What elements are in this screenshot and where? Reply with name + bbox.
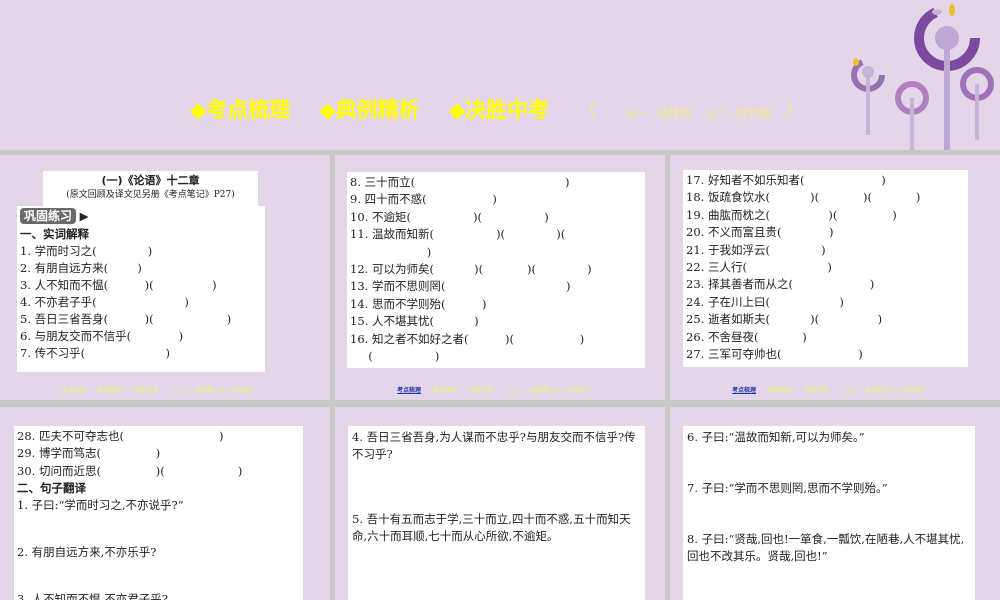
list-item: 3. 人不知而不愠( )( ) <box>20 278 217 292</box>
list-item: 4. 不亦君子乎( ) <box>20 295 189 309</box>
slide-footer-nav: 考点梳理 典例精析 决胜中考 （ ◎一、选择题 ◎二、综合题 ） <box>397 385 605 394</box>
slide-thumbnail-1[interactable]: (一)《论语》十二章 (原文回顾及译文见另册《考点笔记》P27) 巩固练习 ▶ … <box>0 155 330 400</box>
list-item: 28. 匹夫不可夺志也( ) <box>17 429 224 443</box>
footer-juesheng[interactable]: 决胜中考 <box>134 387 158 394</box>
nav-kaodian[interactable]: ◆考点梳理 <box>190 98 290 122</box>
footer-dianli[interactable]: 典例精析 <box>433 387 457 394</box>
question: 7. 子曰:“学而不思则罔,思而不学则殆。” <box>687 481 888 495</box>
footer-juesheng[interactable]: 决胜中考 <box>804 387 828 394</box>
list-item: 20. 不义而富且贵( ) <box>686 225 834 240</box>
slide-thumbnail-2[interactable]: 8. 三十而立( ) 9. 四十而不惑( ) 10. 不逾矩( )( ) 11.… <box>335 155 665 400</box>
footer-dianli[interactable]: 典例精析 <box>768 387 792 394</box>
list-item: 23. 择其善者而从之( ) <box>686 277 875 292</box>
nav-juesheng[interactable]: ◆决胜中考 <box>449 98 549 122</box>
question: 4. 吾日三省吾身,为人谋而不忠乎?与朋友交而不信乎?传不习乎? <box>352 430 636 461</box>
slide-footer-nav: 考点梳理 典例精析 决胜中考 （ ◎一、选择题 ◎二、综合题 ） <box>62 385 270 394</box>
footer-kaodian[interactable]: 考点梳理 <box>732 387 756 394</box>
flower-decoration-icon <box>851 4 994 150</box>
list-item: 25. 逝者如斯夫( )( ) <box>686 312 883 327</box>
list-item: 11. 温故而知新( )( )( <box>350 227 566 242</box>
list-item: 9. 四十而不惑( ) <box>350 192 497 207</box>
list-item: 21. 于我如浮云( ) <box>686 242 826 257</box>
list-item: 24. 子在川上曰( ) <box>686 294 844 309</box>
slide-nav: ◆考点梳理 ◆典例精析 ◆决胜中考 （ ◎一、选择题 ◎二、综合题 ） <box>190 94 826 124</box>
footer-kaodian[interactable]: 考点梳理 <box>62 387 86 394</box>
list-item: ( ) <box>350 348 440 363</box>
list-item: 29. 博学而笃志( ) <box>17 446 161 461</box>
slide-thumbnail-4[interactable]: 28. 匹夫不可夺志也( ) 29. 博学而笃志( ) 30. 切问而近思( )… <box>0 407 330 600</box>
list-item: 16. 知之者不如好之者( )( ) <box>350 331 585 346</box>
list-item: 17. 好知者不如乐知者( ) <box>686 173 886 187</box>
list-item: 7. 传不习乎( ) <box>20 346 171 360</box>
question: 8. 子曰:“贤哉,回也!一箪食,一瓢饮,在陋巷,人不堪其忧,回也不改其乐。贤哉… <box>687 532 965 563</box>
question: 5. 吾十有五而志于学,三十而立,四十而不惑,五十而知天命,六十而耳顺,七十而从… <box>352 512 631 543</box>
slide-thumbnail-6[interactable]: 6. 子曰:“温故而知新,可以为师矣。” 7. 子曰:“学而不思则罔,思而不学则… <box>670 407 1000 600</box>
footer-kaodian[interactable]: 考点梳理 <box>397 387 421 394</box>
question: 3. 人不知而不愠,不亦君子乎? <box>17 592 168 600</box>
paren-close: ） <box>785 101 804 122</box>
footer-juesheng[interactable]: 决胜中考 <box>469 387 493 394</box>
list-item: ) <box>350 244 432 259</box>
list-item: 12. 可以为师矣( )( )( ) <box>350 261 592 276</box>
footer-sub[interactable]: （ ◎一、选择题 ◎二、综合题 ） <box>505 387 593 394</box>
nav-composite[interactable]: ◎二、综合题 <box>706 107 771 120</box>
play-icon[interactable]: ▶ <box>80 209 89 223</box>
list-item: 15. 人不堪其忧( ) <box>350 314 479 329</box>
list-item: 10. 不逾矩( )( ) <box>350 209 549 224</box>
nav-dianli[interactable]: ◆典例精析 <box>319 98 419 122</box>
list-item: 18. 饭疏食饮水( )( )( ) <box>686 190 921 205</box>
list-item: 22. 三人行( ) <box>686 259 832 274</box>
footer-dianli[interactable]: 典例精析 <box>98 387 122 394</box>
list-item: 27. 三军可夺帅也( ) <box>686 346 863 361</box>
list-item: 8. 三十而立( ) <box>350 175 570 189</box>
nav-choice[interactable]: ◎一、选择题 <box>626 107 691 120</box>
list-item: 5. 吾日三省吾身( )( ) <box>20 312 232 326</box>
question: 2. 有朋自远方来,不亦乐乎? <box>17 545 157 560</box>
footer-sub[interactable]: （ ◎一、选择题 ◎二、综合题 ） <box>840 387 928 394</box>
list-item: 30. 切问而近思( )( ) <box>17 463 243 478</box>
slide-thumbnail-3[interactable]: 17. 好知者不如乐知者( ) 18. 饭疏食饮水( )( )( ) 19. 曲… <box>670 155 1000 400</box>
slide-footer-nav: 考点梳理 典例精析 决胜中考 （ ◎一、选择题 ◎二、综合题 ） <box>732 385 940 394</box>
list-item: 19. 曲肱而枕之( )( ) <box>686 207 897 222</box>
list-item: 6. 与朋友交而不信乎( ) <box>20 329 184 343</box>
list-item: 13. 学而不思则罔( ) <box>350 279 571 294</box>
section-heading: 二、句子翻译 <box>17 481 86 496</box>
footer-sub[interactable]: （ ◎一、选择题 ◎二、综合题 ） <box>170 387 258 394</box>
question: 1. 子曰:“学而时习之,不亦说乎?” <box>17 498 184 513</box>
list-item: 14. 思而不学则殆( ) <box>350 296 487 311</box>
lesson-title: (一)《论语》十二章 <box>101 174 200 187</box>
question: 6. 子曰:“温故而知新,可以为师矣。” <box>687 430 865 444</box>
list-item: 26. 不舍昼夜( ) <box>686 329 807 344</box>
list-item: 2. 有朋自远方来( ) <box>20 261 142 275</box>
practice-tag: 巩固练习 <box>20 208 77 224</box>
current-slide-preview: ◆考点梳理 ◆典例精析 ◆决胜中考 （ ◎一、选择题 ◎二、综合题 ） <box>0 0 1000 150</box>
slide-thumbnail-5[interactable]: 4. 吾日三省吾身,为人谋而不忠乎?与朋友交而不信乎?传不习乎? 5. 吾十有五… <box>335 407 665 600</box>
section-heading: 一、实词解释 <box>20 227 89 241</box>
paren-open: （ <box>578 101 597 122</box>
list-item: 1. 学而时习之( ) <box>20 244 153 258</box>
lesson-subtitle: (原文回顾及译文见另册《考点笔记》P27) <box>66 190 235 200</box>
